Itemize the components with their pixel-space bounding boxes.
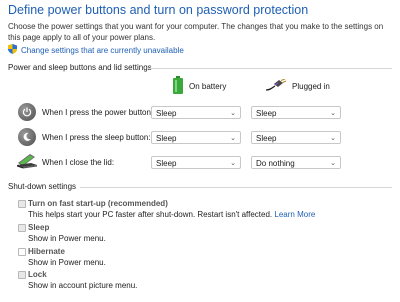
- column-header-battery-label: On battery: [189, 81, 227, 91]
- page-title: Define power buttons and turn on passwor…: [8, 3, 309, 17]
- lock-option-desc: Show in account picture menu.: [28, 281, 138, 290]
- plug-icon: [265, 78, 287, 93]
- select-value: Sleep: [156, 159, 177, 168]
- section-title-shutdown: Shut-down settings: [8, 182, 77, 191]
- page-description: Choose the power settings that you want …: [8, 22, 384, 42]
- hibernate-option-desc: Show in Power menu.: [28, 258, 106, 267]
- lid-battery-select[interactable]: Sleep ⌄: [151, 156, 241, 169]
- column-header-plugged: Plugged in: [265, 78, 330, 93]
- select-value: Sleep: [256, 109, 277, 118]
- laptop-lid-icon: [16, 153, 38, 174]
- power-button-battery-select[interactable]: Sleep ⌄: [151, 106, 241, 119]
- section-title-buttons: Power and sleep buttons and lid settings: [8, 63, 152, 72]
- fast-startup-desc-text: This helps start your PC faster after sh…: [28, 210, 273, 219]
- hibernate-option-label: Hibernate: [28, 247, 65, 256]
- change-settings-label: Change settings that are currently unava…: [21, 45, 184, 55]
- chevron-down-icon: ⌄: [230, 110, 236, 117]
- select-value: Sleep: [256, 134, 277, 143]
- chevron-down-icon: ⌄: [230, 135, 236, 142]
- lid-plugged-select[interactable]: Do nothing ⌄: [251, 156, 341, 169]
- row-label-lid: When I close the lid:: [42, 158, 115, 167]
- lock-option-label: Lock: [28, 270, 47, 279]
- lock-checkbox[interactable]: [18, 271, 26, 279]
- section-divider: [80, 187, 392, 188]
- fast-startup-desc: This helps start your PC faster after sh…: [28, 210, 315, 219]
- shield-icon: [8, 44, 17, 56]
- sleep-option-label: Sleep: [28, 223, 50, 232]
- change-settings-link[interactable]: Change settings that are currently unava…: [8, 44, 184, 56]
- sleep-button-battery-select[interactable]: Sleep ⌄: [151, 131, 241, 144]
- row-label-power: When I press the power button:: [42, 108, 154, 117]
- chevron-down-icon: ⌄: [330, 160, 336, 167]
- column-header-battery: On battery: [173, 76, 226, 96]
- chevron-down-icon: ⌄: [330, 110, 336, 117]
- fast-startup-label: Turn on fast start-up (recommended): [28, 199, 168, 208]
- sleep-option-desc: Show in Power menu.: [28, 234, 106, 243]
- power-button-plugged-select[interactable]: Sleep ⌄: [251, 106, 341, 119]
- hibernate-checkbox[interactable]: [18, 248, 26, 256]
- chevron-down-icon: ⌄: [230, 160, 236, 167]
- select-value: Sleep: [156, 134, 177, 143]
- battery-icon: [173, 76, 183, 96]
- sleep-checkbox[interactable]: [18, 224, 26, 232]
- chevron-down-icon: ⌄: [330, 135, 336, 142]
- row-label-sleep: When I press the sleep button:: [42, 133, 151, 142]
- select-value: Do nothing: [256, 159, 295, 168]
- fast-startup-checkbox[interactable]: [18, 200, 26, 208]
- learn-more-link[interactable]: Learn More: [274, 210, 315, 219]
- column-header-plugged-label: Plugged in: [292, 81, 330, 91]
- select-value: Sleep: [156, 109, 177, 118]
- sleep-button-plugged-select[interactable]: Sleep ⌄: [251, 131, 341, 144]
- power-icon: [18, 103, 36, 121]
- section-divider: [148, 68, 392, 69]
- sleep-icon: [18, 128, 36, 146]
